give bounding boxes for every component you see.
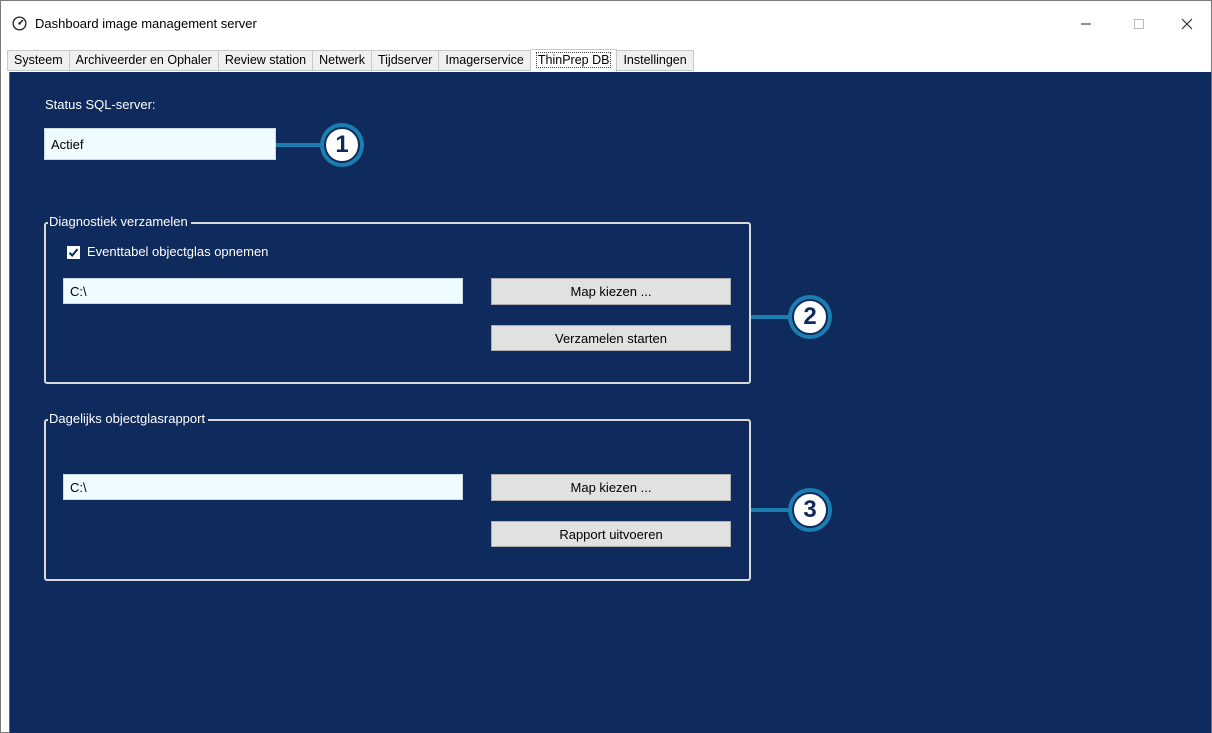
maximize-button[interactable] (1116, 9, 1162, 39)
callout-1-leader (276, 143, 322, 147)
minimize-button[interactable] (1063, 9, 1109, 39)
window-title: Dashboard image management server (35, 16, 257, 31)
diagnostics-path-field[interactable]: C:\ (63, 278, 463, 304)
daily-report-path-value: C:\ (70, 479, 87, 495)
tab-label: ThinPrep DB (535, 52, 612, 68)
maximize-icon (1134, 19, 1144, 29)
daily-report-legend: Dagelijks objectglasrapport (48, 411, 209, 426)
minimize-icon (1081, 23, 1091, 25)
callout-2-marker: 2 (788, 295, 832, 339)
diagnostics-choose-folder-button[interactable]: Map kiezen ... (491, 278, 731, 305)
daily-report-path-field[interactable]: C:\ (63, 474, 463, 500)
start-collecting-button[interactable]: Verzamelen starten (491, 325, 731, 351)
checkmark-icon (68, 248, 79, 257)
tab-review-station[interactable]: Review station (218, 50, 314, 71)
app-window: Dashboard image management server Systee… (0, 0, 1212, 733)
callout-3-marker: 3 (788, 488, 832, 532)
tab-strip: Systeem Archiveerder en Ophaler Review s… (7, 49, 694, 72)
tab-archiveerder-en-ophaler[interactable]: Archiveerder en Ophaler (69, 50, 219, 71)
tab-label: Review station (224, 53, 307, 67)
close-icon (1181, 18, 1193, 30)
close-button[interactable] (1164, 9, 1210, 39)
button-label: Verzamelen starten (554, 330, 667, 346)
tab-label: Systeem (14, 53, 63, 67)
speedometer-icon (12, 16, 27, 31)
tab-label: Imagerservice (445, 53, 524, 67)
sql-status-field: Actief (44, 128, 276, 160)
callout-1-marker: 1 (320, 123, 364, 167)
tab-instellingen[interactable]: Instellingen (617, 50, 694, 71)
button-label: Map kiezen ... (570, 480, 652, 495)
tab-label: Netwerk (319, 53, 365, 67)
callout-2-leader (751, 315, 791, 319)
run-report-button[interactable]: Rapport uitvoeren (491, 521, 731, 547)
tab-netwerk[interactable]: Netwerk (313, 50, 372, 71)
tab-thinprep-db[interactable]: ThinPrep DB (530, 49, 618, 72)
tab-label: Archiveerder en Ophaler (75, 53, 212, 67)
event-table-checkbox[interactable] (67, 246, 80, 259)
callout-1-number: 1 (335, 131, 349, 158)
callout-2-number: 2 (803, 303, 817, 330)
sql-status-label: Status SQL-server: (45, 97, 156, 112)
tab-tijdserver[interactable]: Tijdserver (371, 50, 440, 71)
sql-status-value: Actief (51, 136, 84, 152)
diagnostics-path-value: C:\ (70, 283, 87, 299)
button-label: Map kiezen ... (570, 284, 652, 299)
diagnostics-legend: Diagnostiek verzamelen (48, 214, 191, 229)
daily-report-choose-folder-button[interactable]: Map kiezen ... (491, 474, 731, 501)
tab-label: Tijdserver (377, 53, 433, 67)
callout-3-number: 3 (803, 496, 817, 523)
thinprep-db-panel: Status SQL-server: Actief Diagnostiek ve… (9, 72, 1212, 733)
callout-3-leader (751, 508, 791, 512)
tab-label: Instellingen (623, 53, 687, 67)
tab-imagerservice[interactable]: Imagerservice (439, 50, 531, 71)
tab-systeem[interactable]: Systeem (7, 50, 70, 71)
event-table-checkbox-label: Eventtabel objectglas opnemen (87, 244, 269, 259)
button-label: Rapport uitvoeren (559, 526, 663, 542)
title-bar: Dashboard image management server (1, 1, 1211, 45)
